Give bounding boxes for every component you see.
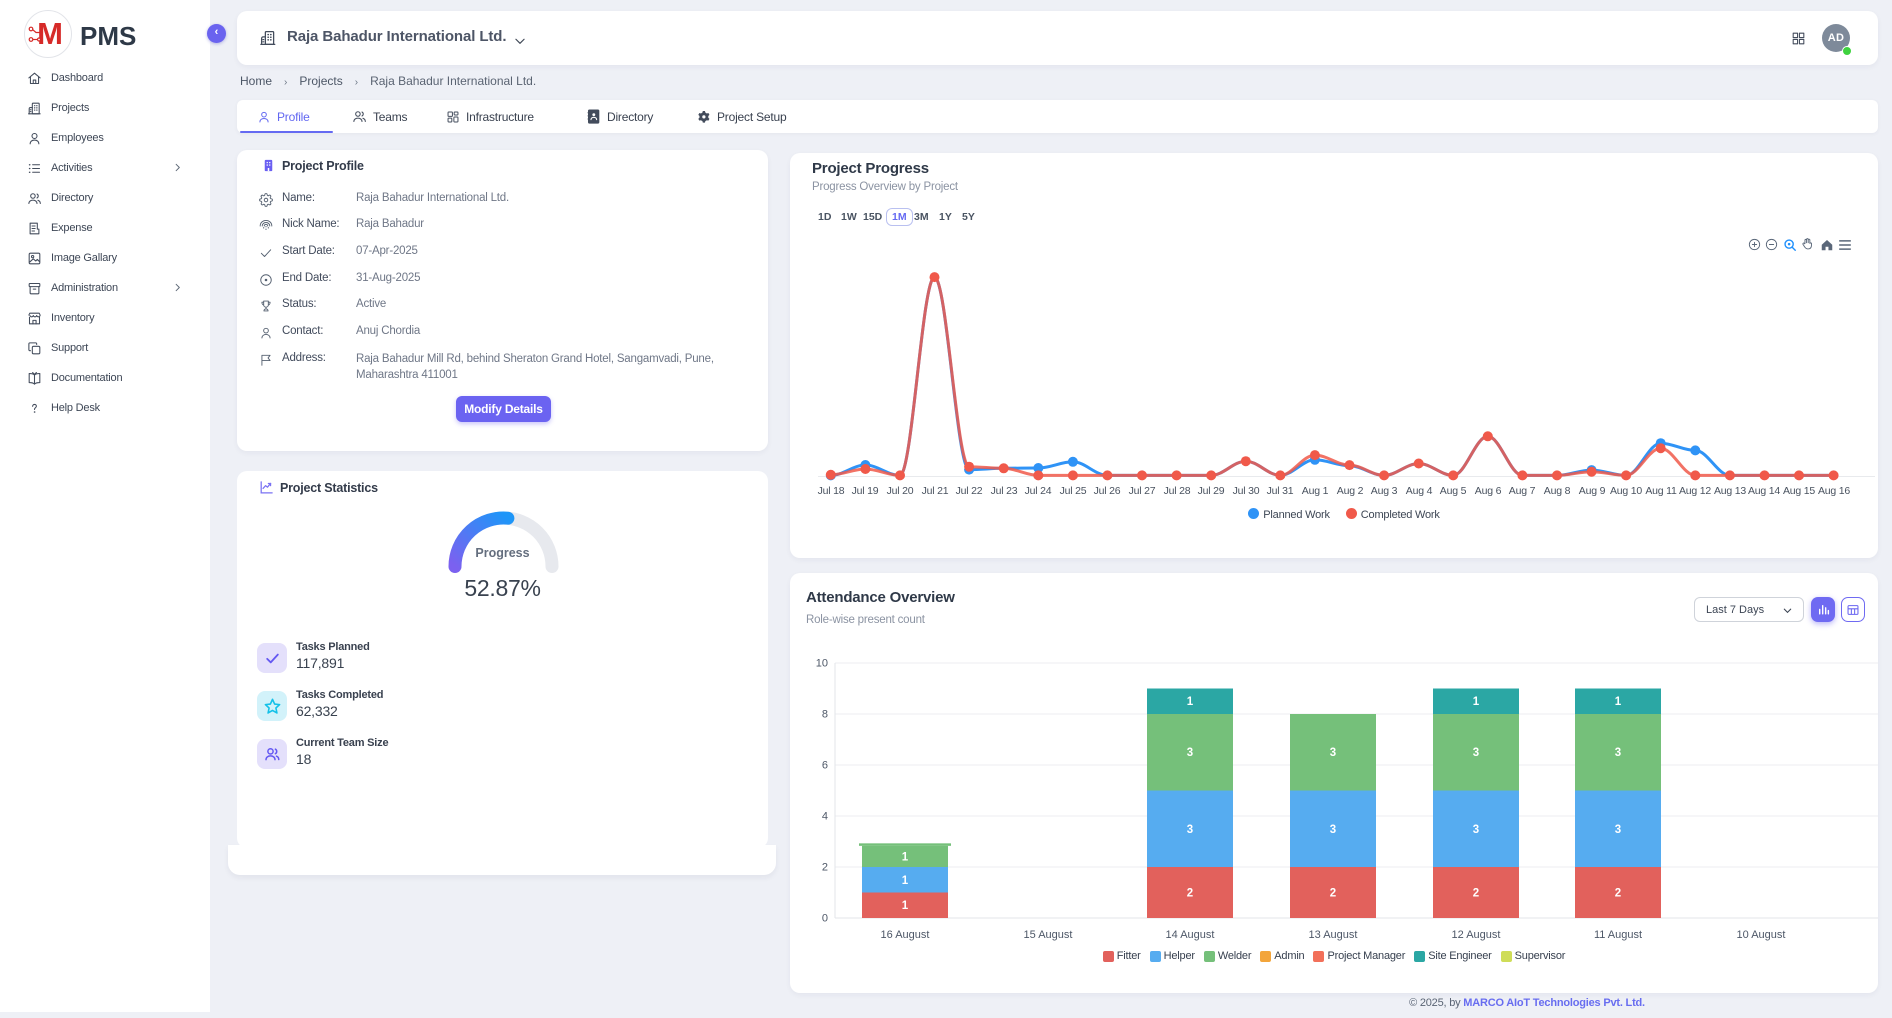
svg-text:14 August: 14 August bbox=[1166, 929, 1215, 941]
svg-text:10 August: 10 August bbox=[1737, 929, 1786, 941]
svg-text:4: 4 bbox=[822, 811, 828, 823]
svg-text:3: 3 bbox=[1473, 824, 1479, 836]
svg-text:3: 3 bbox=[1330, 747, 1336, 759]
svg-text:2: 2 bbox=[822, 862, 828, 874]
svg-text:1: 1 bbox=[902, 875, 909, 887]
svg-text:11 August: 11 August bbox=[1594, 929, 1642, 941]
svg-text:2: 2 bbox=[1615, 888, 1621, 900]
svg-text:3: 3 bbox=[1187, 824, 1193, 836]
svg-text:1: 1 bbox=[1473, 696, 1480, 708]
svg-text:1: 1 bbox=[1187, 696, 1194, 708]
svg-text:6: 6 bbox=[822, 760, 828, 772]
svg-text:0: 0 bbox=[822, 913, 828, 925]
svg-text:10: 10 bbox=[816, 658, 828, 670]
svg-text:2: 2 bbox=[1330, 888, 1336, 900]
svg-text:3: 3 bbox=[1615, 824, 1621, 836]
svg-text:12 August: 12 August bbox=[1452, 929, 1501, 941]
svg-text:1: 1 bbox=[1615, 696, 1622, 708]
svg-text:1: 1 bbox=[902, 851, 909, 863]
svg-text:3: 3 bbox=[1187, 747, 1193, 759]
svg-text:3: 3 bbox=[1473, 747, 1479, 759]
svg-text:16 August: 16 August bbox=[881, 929, 930, 941]
svg-text:2: 2 bbox=[1187, 888, 1193, 900]
svg-text:3: 3 bbox=[1330, 824, 1336, 836]
svg-text:13 August: 13 August bbox=[1309, 929, 1358, 941]
svg-text:8: 8 bbox=[822, 709, 828, 721]
svg-text:3: 3 bbox=[1615, 747, 1621, 759]
svg-text:15 August: 15 August bbox=[1024, 929, 1073, 941]
svg-text:2: 2 bbox=[1473, 888, 1479, 900]
svg-text:1: 1 bbox=[902, 900, 909, 912]
